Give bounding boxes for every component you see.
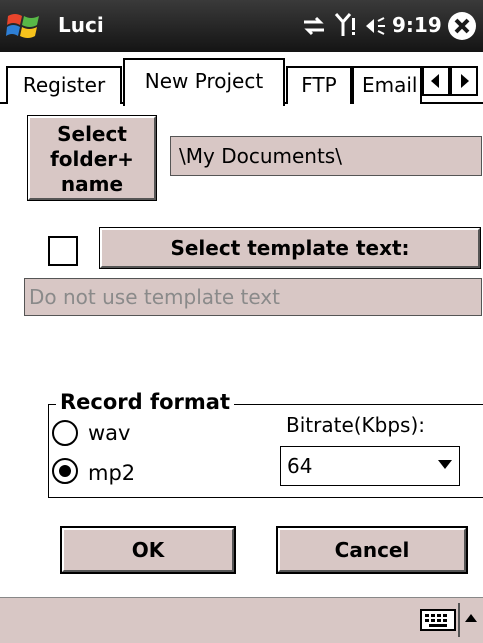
tab-new-project[interactable]: New Project: [123, 58, 285, 106]
bitrate-label: Bitrate(Kbps):: [286, 413, 426, 437]
app-title: Luci: [58, 13, 104, 37]
triangle-right-icon: [461, 74, 469, 88]
radio-mp2[interactable]: [50, 456, 80, 486]
select-folder-label-line3: name: [60, 172, 124, 196]
tab-ftp[interactable]: FTP: [286, 66, 352, 104]
record-format-title: Record format: [56, 388, 234, 416]
triangle-up-icon[interactable]: [464, 612, 478, 624]
folder-path-field[interactable]: \My Documents\: [170, 136, 482, 176]
select-folder-button[interactable]: Select folder+ name: [27, 115, 157, 201]
sip-divider: [458, 603, 460, 637]
cancel-button[interactable]: Cancel: [276, 526, 468, 574]
keyboard-icon[interactable]: [420, 609, 456, 631]
signal-icon[interactable]: [334, 12, 358, 38]
tab-scroll-right-button[interactable]: [450, 66, 478, 96]
clock[interactable]: 9:19: [392, 12, 442, 38]
tab-scroll-left-button[interactable]: [422, 66, 450, 96]
bottom-bar: [0, 597, 483, 643]
select-folder-label-line2: folder+: [50, 147, 134, 171]
volume-icon[interactable]: [364, 14, 388, 38]
tab-register[interactable]: Register: [6, 66, 122, 104]
template-text-field[interactable]: Do not use template text: [24, 278, 482, 316]
radio-wav[interactable]: [50, 418, 80, 448]
radio-mp2-label[interactable]: mp2: [88, 460, 135, 486]
chevron-down-icon[interactable]: [438, 460, 452, 470]
connectivity-icon[interactable]: [300, 14, 328, 38]
radio-wav-label[interactable]: wav: [88, 420, 130, 446]
windows-start-icon[interactable]: [6, 10, 40, 42]
ok-button[interactable]: OK: [60, 526, 236, 574]
select-template-button[interactable]: Select template text:: [99, 227, 481, 269]
close-icon[interactable]: [446, 10, 478, 42]
triangle-left-icon: [431, 74, 439, 88]
template-checkbox[interactable]: [48, 236, 78, 266]
select-folder-label-line1: Select: [57, 122, 127, 146]
bitrate-dropdown[interactable]: 64: [280, 446, 460, 486]
tab-email[interactable]: Email: [352, 66, 422, 104]
